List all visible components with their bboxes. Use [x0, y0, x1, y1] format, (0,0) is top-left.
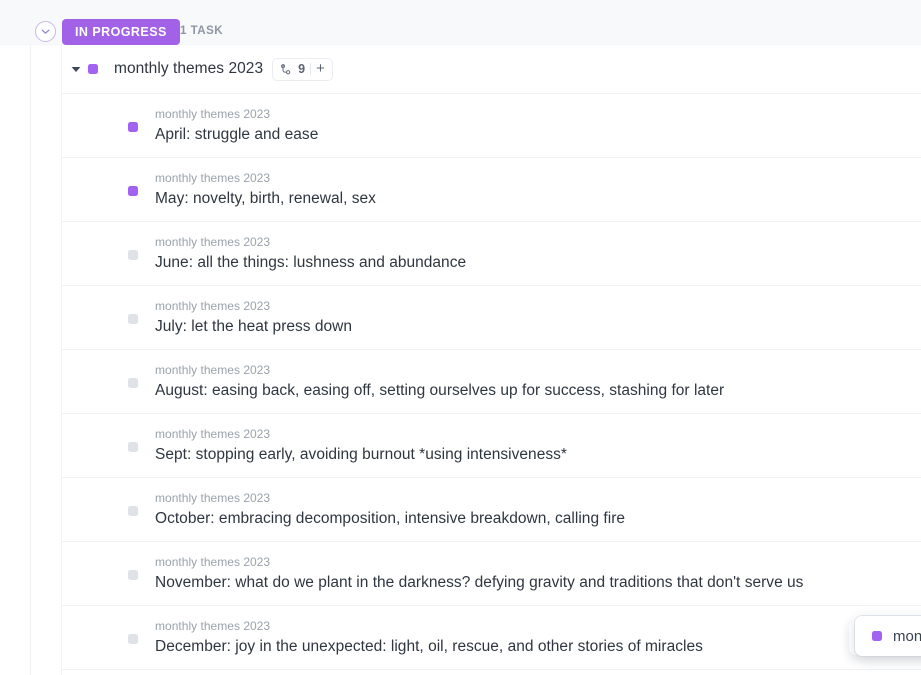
- subtask-parent-label: monthly themes 2023: [155, 106, 271, 121]
- subtask-text-block: monthly themes 2023 July: let the heat pr…: [155, 299, 352, 337]
- caret-down-glyph: [71, 66, 81, 72]
- task-count-label: 1 TASK: [180, 25, 224, 37]
- subtask-text-block: monthly themes 2023 December: joy in the …: [155, 619, 703, 657]
- add-subtask-button[interactable]: +: [316, 61, 325, 78]
- subtask-row[interactable]: monthly themes 2023 May: novelty, birth, …: [62, 158, 921, 222]
- caret-down-icon[interactable]: [67, 60, 85, 78]
- subtask-name[interactable]: August: easing back, easing off, setting…: [155, 381, 724, 401]
- left-gutter: [0, 0, 62, 675]
- chevron-down-circle-icon[interactable]: [35, 21, 56, 42]
- subtask-row[interactable]: monthly themes 2023 April: struggle and e…: [62, 94, 921, 158]
- subtask-row[interactable]: monthly themes 2023 November: what do we …: [62, 542, 921, 606]
- status-square-gray[interactable]: [128, 378, 138, 388]
- subtask-row[interactable]: monthly themes 2023 December: joy in the …: [62, 606, 921, 670]
- subtask-text-block: monthly themes 2023 November: what do we …: [155, 555, 803, 593]
- drag-card-label: monthly themes 2023: [893, 627, 921, 645]
- subtask-row[interactable]: monthly themes 2023 August: easing back, …: [62, 350, 921, 414]
- subtask-row[interactable]: monthly themes 2023 Sept: stopping early,…: [62, 414, 921, 478]
- status-square-gray[interactable]: [128, 250, 138, 260]
- status-square-gray[interactable]: [128, 506, 138, 516]
- status-square-gray[interactable]: [128, 570, 138, 580]
- subtask-parent-label: monthly themes 2023: [155, 490, 271, 505]
- subtask-branch-icon: [281, 63, 291, 74]
- subtask-name[interactable]: Sept: stopping early, avoiding burnout *…: [155, 445, 567, 465]
- badge-divider: [310, 63, 312, 75]
- subtask-text-block: monthly themes 2023 April: struggle and e…: [155, 107, 318, 145]
- subtask-row[interactable]: monthly themes 2023 June: all the things:…: [62, 222, 921, 286]
- subtask-badge[interactable]: 9 +: [272, 57, 333, 81]
- drag-preview-card[interactable]: monthly themes 2023: [855, 616, 921, 656]
- subtask-parent-label: monthly themes 2023: [155, 298, 271, 313]
- status-badge-label: IN PROGRESS: [75, 25, 167, 39]
- subtask-count: 9: [298, 62, 306, 76]
- subtask-text-block: monthly themes 2023 May: novelty, birth, …: [155, 171, 376, 209]
- chevron-down-glyph: [41, 29, 50, 34]
- status-square-purple[interactable]: [128, 122, 138, 132]
- subtask-list: monthly themes 2023 April: struggle and e…: [62, 94, 921, 670]
- status-square-gray[interactable]: [128, 634, 138, 644]
- subtask-text-block: monthly themes 2023 October: embracing de…: [155, 491, 625, 529]
- subtask-row[interactable]: monthly themes 2023 July: let the heat pr…: [62, 286, 921, 350]
- subtask-text-block: monthly themes 2023 Sept: stopping early,…: [155, 427, 567, 465]
- status-square-purple[interactable]: [88, 64, 98, 74]
- subtask-name[interactable]: December: joy in the unexpected: light, …: [155, 637, 703, 657]
- status-square-gray[interactable]: [128, 442, 138, 452]
- subtask-name[interactable]: November: what do we plant in the darkne…: [155, 573, 803, 593]
- parent-task-row[interactable]: monthly themes 2023 9 +: [62, 45, 921, 94]
- left-edge-divider: [30, 0, 31, 675]
- subtask-parent-label: monthly themes 2023: [155, 170, 271, 185]
- subtask-row[interactable]: monthly themes 2023 October: embracing de…: [62, 478, 921, 542]
- status-square-gray[interactable]: [128, 314, 138, 324]
- subtask-parent-label: monthly themes 2023: [155, 618, 271, 633]
- subtask-parent-label: monthly themes 2023: [155, 426, 271, 441]
- subtask-parent-label: monthly themes 2023: [155, 234, 271, 249]
- subtask-text-block: monthly themes 2023 June: all the things:…: [155, 235, 466, 273]
- subtask-name[interactable]: April: struggle and ease: [155, 125, 318, 145]
- subtask-text-block: monthly themes 2023 August: easing back, …: [155, 363, 724, 401]
- subtask-name[interactable]: July: let the heat press down: [155, 317, 352, 337]
- subtask-parent-label: monthly themes 2023: [155, 362, 271, 377]
- subtask-name[interactable]: May: novelty, birth, renewal, sex: [155, 189, 376, 209]
- status-badge-in-progress[interactable]: IN PROGRESS: [62, 19, 180, 45]
- subtask-parent-label: monthly themes 2023: [155, 554, 271, 569]
- subtask-name[interactable]: October: embracing decomposition, intens…: [155, 509, 625, 529]
- status-square-purple[interactable]: [128, 186, 138, 196]
- subtask-name[interactable]: June: all the things: lushness and abund…: [155, 253, 466, 273]
- status-square-purple: [872, 631, 882, 641]
- parent-task-title[interactable]: monthly themes 2023: [114, 60, 263, 78]
